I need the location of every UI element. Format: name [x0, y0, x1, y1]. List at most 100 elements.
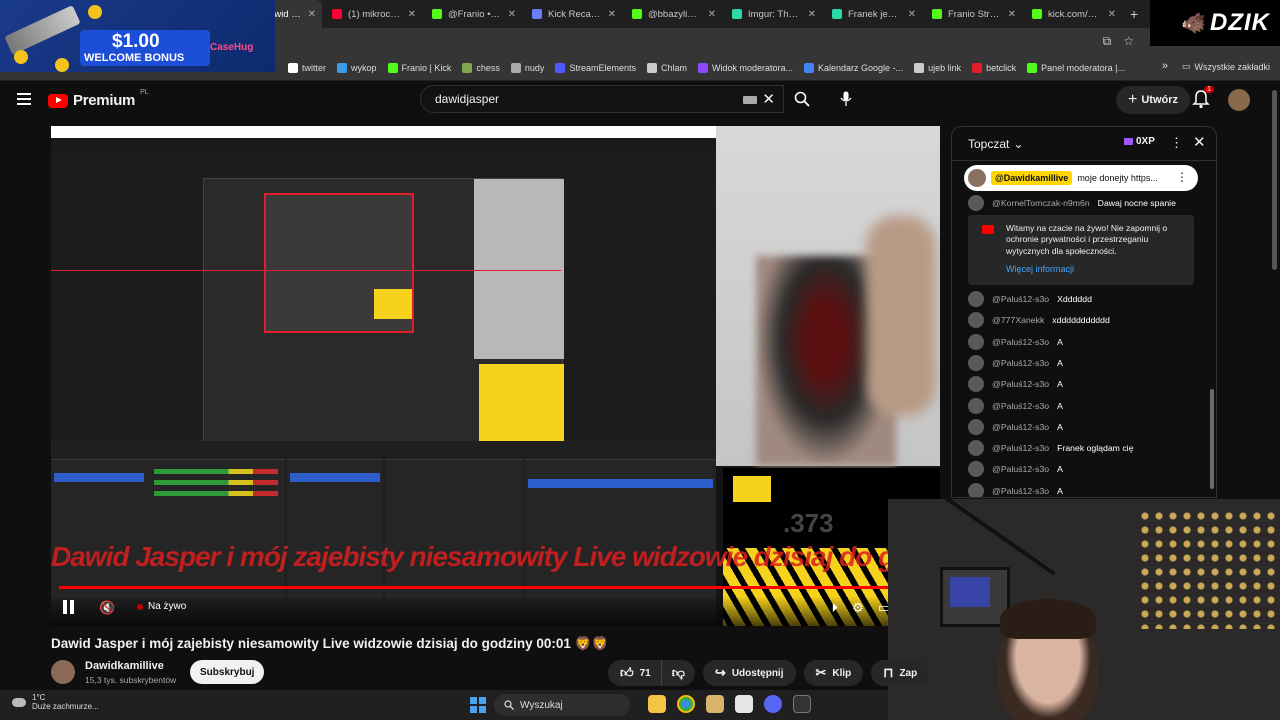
account-avatar[interactable] [1228, 89, 1250, 111]
bookmark-item[interactable]: nudy [510, 62, 544, 73]
close-tab-icon[interactable]: ✕ [708, 9, 716, 20]
chat-author[interactable]: @Paluś12-s3o [992, 401, 1049, 411]
clip-button[interactable]: ✂ Klip [803, 660, 864, 686]
chat-text: A [1057, 421, 1063, 432]
bookmark-item[interactable]: StreamElements [555, 62, 636, 73]
search-button[interactable] [784, 85, 820, 113]
bookmark-item[interactable]: Panel moderatora |... [1027, 62, 1126, 73]
browser-tab[interactable]: Kick Recap 2023 ✕ [522, 0, 622, 28]
app-icon[interactable] [706, 695, 724, 713]
chat-author[interactable]: @Paluś12-s3o [992, 379, 1049, 389]
close-tab-icon[interactable]: ✕ [1108, 9, 1116, 20]
chat-author[interactable]: @777Xanekk [992, 315, 1044, 325]
browser-tab[interactable]: Franek jestem ✕ [822, 0, 922, 28]
discord-icon[interactable] [764, 695, 782, 713]
bookmark-label: Kalendarz Google -... [818, 62, 904, 73]
webcam-overlay [716, 126, 940, 466]
video-player[interactable]: .373 Dawid Jasper i mój zajebisty niesam… [51, 126, 940, 626]
new-tab-button[interactable]: + [1122, 6, 1146, 22]
notifications-button[interactable]: 1 [1192, 86, 1214, 111]
terminal-icon[interactable] [793, 695, 811, 713]
dislike-button[interactable]: 👎︎ [660, 660, 695, 686]
close-tab-icon[interactable]: ✕ [408, 9, 416, 20]
settings-gear-icon[interactable]: ⚙ [852, 600, 864, 616]
chat-mode-dropdown[interactable]: Topczat [968, 137, 1009, 151]
close-tab-icon[interactable]: ✕ [908, 9, 916, 20]
chat-scrollbar[interactable] [1210, 389, 1214, 489]
chrome-icon[interactable] [677, 695, 695, 713]
chat-author[interactable]: @Paluś12-s3o [992, 294, 1049, 304]
channel-name[interactable]: Dawidkamillive [85, 660, 164, 672]
chat-author[interactable]: @KornelTomczak-n9m6n [992, 198, 1090, 208]
youtube-premium-logo[interactable]: Premium PL [48, 89, 149, 109]
file-explorer-icon[interactable] [648, 695, 666, 713]
pinned-more-icon[interactable]: ⋮ [1176, 170, 1188, 184]
pinned-message[interactable]: @Dawidkamillive moje donejty https... ⋮ [964, 165, 1198, 191]
browser-tab[interactable]: Imgur: The magic ✕ [722, 0, 822, 28]
bookmarks-overflow-button[interactable]: » [1162, 60, 1168, 72]
bookmark-item[interactable]: Chlam [646, 62, 687, 73]
live-badge[interactable]: Na żywo [137, 601, 186, 612]
close-tab-icon[interactable]: ✕ [1008, 9, 1016, 20]
close-tab-icon[interactable]: ✕ [808, 9, 816, 20]
chat-author[interactable]: @Paluś12-s3o [992, 422, 1049, 432]
menu-icon[interactable] [17, 93, 31, 105]
chat-author[interactable]: @Paluś12-s3o [992, 358, 1049, 368]
share-button[interactable]: ↪ Udostępnij [702, 660, 796, 686]
browser-tab[interactable]: kick.com/azdus ✕ [1022, 0, 1122, 28]
voice-search-button[interactable] [832, 86, 860, 112]
bookmark-item[interactable]: twitter [288, 62, 326, 73]
mute-icon[interactable]: 🔇 [99, 600, 115, 616]
chat-more-icon[interactable]: ⋮ [1170, 135, 1183, 151]
chat-message: @Paluś12-s3o A [968, 397, 1063, 414]
channel-avatar[interactable] [51, 660, 75, 684]
chat-author[interactable]: @Paluś12-s3o [992, 486, 1049, 496]
bookmark-item[interactable]: betclick [972, 62, 1016, 73]
windows-start-icon[interactable] [470, 697, 486, 713]
xp-badge[interactable]: 0XP [1124, 136, 1155, 147]
more-info-link[interactable]: Więcej informacji [1006, 263, 1184, 275]
keyboard-icon[interactable] [743, 96, 757, 104]
create-button[interactable]: + Utwórz [1116, 86, 1191, 114]
browser-tab[interactable]: Franio Stream ✕ [922, 0, 1022, 28]
close-tab-icon[interactable]: ✕ [308, 9, 316, 20]
bookmark-item[interactable]: ujeb link [914, 62, 961, 73]
save-button[interactable]: ⊓ Zap [871, 660, 930, 686]
browser-tab[interactable]: @Franio • 2023 ✕ [422, 0, 522, 28]
close-tab-icon[interactable]: ✕ [508, 9, 516, 20]
chat-author[interactable]: @Paluś12-s3o [992, 443, 1049, 453]
close-tab-icon[interactable]: ✕ [608, 9, 616, 20]
taskbar-search[interactable]: Wyszukaj [494, 694, 630, 716]
progress-bar[interactable] [59, 586, 889, 589]
chat-author[interactable]: @Paluś12-s3o [992, 464, 1049, 474]
close-chat-icon[interactable]: ✕ [1193, 133, 1206, 151]
bookmark-item[interactable]: chess [462, 62, 500, 73]
install-app-icon[interactable]: ⧉ [1103, 34, 1112, 49]
app-icon[interactable] [735, 695, 753, 713]
bookmark-item[interactable]: Franio | Kick [387, 62, 451, 73]
browser-tab[interactable]: (1) mikrocypek ✕ [322, 0, 422, 28]
chevron-down-icon[interactable]: ⌄ [1013, 137, 1023, 151]
browser-tab[interactable]: @bbazylia • 2023 ✕ [622, 0, 722, 28]
bookmark-label: wykop [351, 62, 377, 73]
casino-promo-overlay: $1.00 WELCOME BONUS CaseHug [0, 0, 275, 72]
tab-favicon-icon [1032, 9, 1042, 19]
dzik-logo-overlay: 🐗 DZIK [1150, 0, 1280, 46]
page-scrollbar[interactable] [1272, 90, 1277, 270]
subscribe-button[interactable]: Subskrybuj [190, 660, 265, 684]
search-input[interactable]: dawidjasper ✕ [420, 85, 784, 113]
like-button[interactable]: 👍︎ 71 [608, 660, 661, 686]
clear-search-icon[interactable]: ✕ [762, 90, 775, 108]
bookmark-star-icon[interactable]: ☆ [1123, 34, 1134, 49]
bookmark-label: Panel moderatora |... [1041, 62, 1126, 73]
bookmark-item[interactable]: Kalendarz Google -... [804, 62, 904, 73]
weather-widget[interactable]: 1°C Duże zachmurze... [12, 693, 99, 712]
search-query: dawidjasper [435, 92, 500, 106]
pause-button[interactable] [63, 600, 79, 616]
all-bookmarks-button[interactable]: ▭ Wszystkie zakładki [1182, 61, 1270, 72]
youtube-icon [982, 225, 994, 234]
bookmark-item[interactable]: wykop [337, 62, 377, 73]
bookmark-item[interactable]: Widok moderatora... [697, 62, 793, 73]
autoplay-toggle-icon[interactable]: ⏵ [832, 600, 839, 616]
chat-author[interactable]: @Paluś12-s3o [992, 337, 1049, 347]
